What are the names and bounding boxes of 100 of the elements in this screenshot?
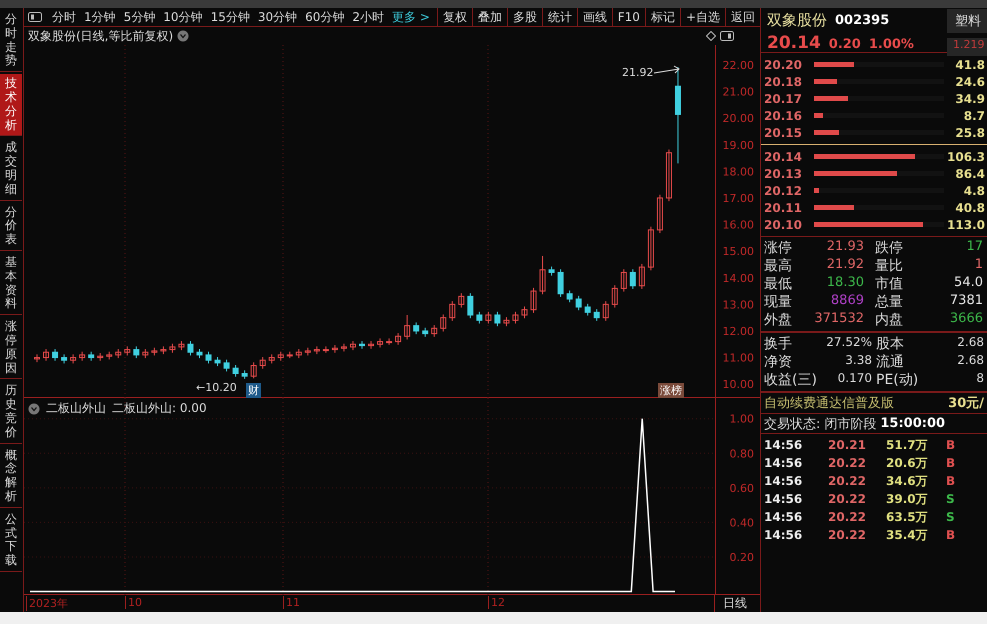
order-volume: 25.8	[955, 126, 986, 140]
tick-time: 14:56	[764, 528, 804, 542]
order-volume: 34.9	[955, 92, 986, 106]
axis-label: 17.00	[722, 192, 754, 205]
candle	[612, 284, 618, 308]
side-tab[interactable]: 涨停原因	[0, 317, 22, 380]
order-price: 20.20	[764, 58, 803, 72]
candle	[206, 351, 212, 364]
candle	[494, 311, 500, 327]
candle	[540, 255, 546, 295]
price-annotation: ←10.20	[196, 381, 237, 394]
axis-label: 21.00	[722, 86, 754, 99]
date-label: 2023年	[26, 596, 68, 611]
candle	[169, 343, 176, 354]
candle	[485, 311, 492, 324]
sector-tab[interactable]: 塑料	[947, 8, 987, 32]
candle	[440, 314, 446, 332]
period-tab[interactable]: 1分钟	[80, 8, 120, 26]
side-tab[interactable]: 分时走势	[0, 10, 22, 72]
stat-label: 外盘	[764, 311, 793, 329]
panel-toggle-icon[interactable]	[720, 31, 734, 41]
stat-value: 54.0	[953, 275, 984, 292]
order-price: 20.15	[764, 126, 803, 140]
stat-value: 2.68	[956, 335, 985, 351]
order-volume: 4.8	[964, 184, 986, 198]
axis-label: 1.00	[730, 412, 754, 426]
order-price: 20.13	[764, 166, 803, 180]
stat-value: 17	[965, 239, 984, 256]
panel-toggle-icon[interactable]	[28, 12, 42, 22]
promo-text[interactable]: 自动续费通达信普及版	[764, 394, 894, 412]
candle	[648, 226, 654, 271]
stat-value: 3.38	[844, 353, 873, 369]
stat-label: 股本	[876, 335, 905, 353]
status-label: 交易状态:	[764, 416, 820, 432]
candle	[522, 306, 528, 319]
candle	[304, 347, 311, 356]
stat-label: 总量	[875, 293, 904, 311]
candle	[106, 351, 112, 360]
candle	[377, 338, 384, 348]
diamond-icon[interactable]	[706, 31, 716, 41]
list-badge[interactable]: 涨榜	[658, 383, 684, 398]
stat-value: 1	[974, 257, 984, 274]
candle	[395, 332, 402, 346]
candle	[314, 346, 320, 355]
arrow-icon	[654, 66, 680, 74]
period-label: 日线	[722, 595, 747, 612]
stat-value: 2.68	[956, 353, 985, 369]
candle	[133, 346, 140, 359]
tick-price: 20.22	[828, 492, 867, 506]
candle	[594, 308, 600, 322]
axis-label: 12.00	[722, 324, 754, 338]
period-tab[interactable]: 15分钟	[206, 8, 254, 26]
order-volume: 113.0	[947, 218, 986, 232]
dropdown-icon[interactable]	[28, 402, 40, 414]
candle	[350, 340, 356, 351]
side-tab[interactable]: 技术分析	[0, 74, 22, 136]
stat-value: 371532	[813, 311, 865, 328]
period-tab[interactable]: 分时	[48, 8, 80, 26]
tick-price: 20.22	[828, 528, 867, 542]
order-price: 20.14	[764, 150, 803, 164]
period-tab[interactable]: 10分钟	[159, 8, 207, 26]
axis-label: 15.00	[722, 245, 754, 258]
stat-value: 27.52%	[825, 335, 873, 351]
axis-label: 0.80	[730, 447, 754, 460]
axis-label: 0.60	[730, 482, 754, 495]
stat-value: 18.30	[826, 275, 865, 292]
candle	[61, 354, 68, 364]
stat-label: 现量	[764, 293, 793, 311]
candle	[656, 194, 663, 234]
period-tab[interactable]: 5分钟	[120, 8, 160, 26]
stat-label: 换手	[764, 335, 793, 353]
candle	[558, 268, 564, 298]
period-tab[interactable]: 30分钟	[254, 8, 302, 26]
event-marker[interactable]: 财	[246, 383, 261, 398]
period-tab[interactable]: 2小时	[348, 8, 388, 26]
candle	[242, 370, 248, 380]
order-volume: 8.7	[964, 108, 986, 122]
status-time: 15:00:00	[880, 416, 946, 431]
tick-volume: 51.7万	[886, 436, 929, 454]
candle	[530, 287, 537, 314]
tick-price: 20.21	[828, 438, 867, 452]
axis-label: 10.00	[722, 378, 754, 392]
stat-label: 流通	[876, 353, 905, 371]
candle	[187, 340, 194, 356]
more-link[interactable]: 更多 >	[388, 8, 434, 26]
stat-value: 8869	[830, 293, 865, 310]
stat-value: 3666	[948, 311, 984, 328]
side-tab[interactable]: 成交明细	[0, 138, 22, 201]
stat-label: 净资	[764, 353, 793, 371]
tick-price: 20.22	[828, 474, 867, 488]
period-tab[interactable]: 60分钟	[301, 8, 348, 26]
price-change: 0.20	[828, 37, 861, 52]
candle	[142, 348, 148, 359]
axis-label: 19.00	[722, 138, 754, 152]
candle	[584, 303, 591, 316]
dropdown-icon[interactable]	[177, 30, 190, 42]
tick-price: 20.22	[828, 510, 867, 524]
tick-volume: 39.0万	[886, 490, 929, 508]
stat-label: PE(动)	[876, 371, 916, 389]
stat-value: 8	[975, 371, 985, 387]
